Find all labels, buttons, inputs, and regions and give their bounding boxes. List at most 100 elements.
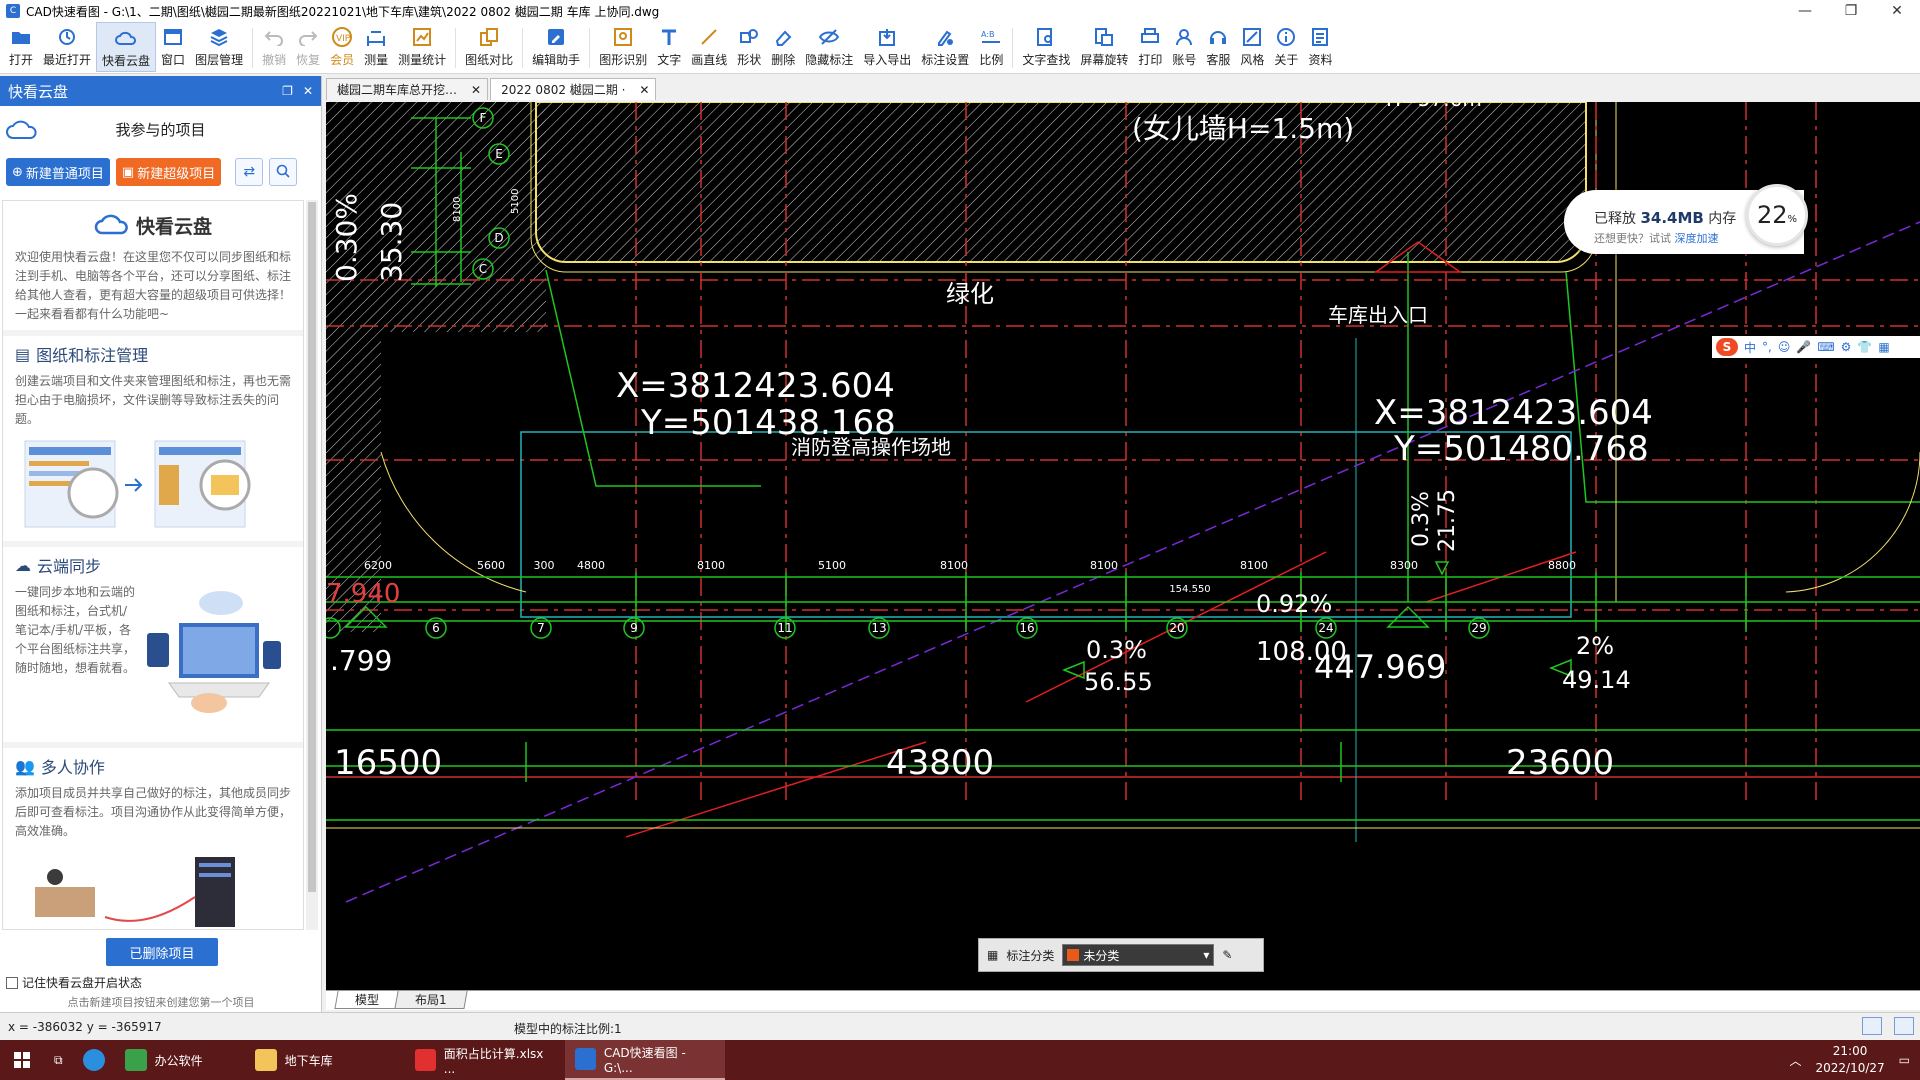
text-search-button[interactable]: 文字查找 <box>1017 22 1075 72</box>
cloud-disk-button[interactable]: 快看云盘 <box>96 22 157 72</box>
window-title: CAD快速看图 - G:\1、二期\图纸\樾园二期最新图纸20221021\地下… <box>26 4 660 19</box>
layer-manager-button[interactable]: 图层管理 <box>190 22 248 72</box>
sync-button[interactable]: ⇄ <box>235 158 264 186</box>
taskbar-app-office[interactable]: 办公软件 <box>115 1040 245 1080</box>
tab-close-icon[interactable]: ✕ <box>639 83 649 97</box>
snap-toggle-icon[interactable] <box>1862 1017 1882 1035</box>
clock[interactable]: 21:00 2022/10/27 <box>1815 1043 1884 1077</box>
tools-icon[interactable]: ⚙ <box>1841 340 1852 354</box>
memory-gauge[interactable]: 22% <box>1746 184 1808 246</box>
measure-button[interactable]: 测量 <box>359 22 393 72</box>
windows-logo-icon <box>14 1052 30 1068</box>
coord-y-2: Y=501480.768 <box>1393 429 1649 469</box>
maximize-button[interactable]: ❐ <box>1828 0 1874 22</box>
rotate-screen-button[interactable]: 屏幕旋转 <box>1075 22 1133 72</box>
top-partial-label: H=57.6m <box>1386 102 1482 111</box>
info-icon <box>1275 26 1297 48</box>
window-menu-button[interactable]: 窗口 <box>156 22 190 72</box>
skin-icon[interactable]: 👕 <box>1857 340 1872 354</box>
svg-text:5100: 5100 <box>818 559 846 572</box>
hide-annotations-button[interactable]: 隐藏标注 <box>800 22 858 72</box>
ime-toolbar[interactable]: S 中 °, ☺ 🎤 ⌨ ⚙ 👕 ▦ <box>1712 336 1920 358</box>
annotation-category-select[interactable]: 未分类 ▾ <box>1062 944 1215 966</box>
import-export-button[interactable]: 导入导出 <box>858 22 916 72</box>
toolbar-separator <box>252 28 254 68</box>
taskbar-app-excel[interactable]: 面积占比计算.xlsx ... <box>405 1040 565 1080</box>
undo-button[interactable]: 撤销 <box>257 22 291 72</box>
checkbox-box[interactable] <box>6 976 18 989</box>
cad-drawing-canvas[interactable]: 6 7 9 11 13 16 20 24 29 F E D C 8100 510… <box>326 102 1920 990</box>
edit-category-icon[interactable]: ✎ <box>1222 948 1232 962</box>
notifications-icon[interactable]: ▭ <box>1899 1053 1910 1067</box>
ime-mode[interactable]: 中 <box>1744 339 1756 356</box>
docs-button[interactable]: 资料 <box>1303 22 1337 72</box>
minimize-button[interactable]: — <box>1782 0 1828 22</box>
vip-icon: VIP <box>331 26 353 48</box>
shape-recognize-button[interactable]: 图形识别 <box>594 22 652 72</box>
emoji-icon[interactable]: ☺ <box>1778 340 1791 354</box>
text-tool-button[interactable]: 文字 <box>652 22 686 72</box>
redo-button[interactable]: 恢复 <box>291 22 325 72</box>
memory-release-widget[interactable]: 已释放 34.4MB 内存 还想更快？试试 深度加速 22% <box>1564 184 1808 254</box>
taskbar-app-cad[interactable]: CAD快速看图 - G:\... <box>564 1040 725 1080</box>
cloud-icon <box>115 27 137 49</box>
close-button[interactable]: ✕ <box>1874 0 1920 22</box>
scrollbar-thumb[interactable] <box>308 202 316 892</box>
taskbar-app-ie[interactable] <box>73 1040 115 1080</box>
menu-grid-icon[interactable]: ▦ <box>1878 340 1889 354</box>
keyboard-icon[interactable]: ⌨ <box>1817 340 1834 354</box>
measure-stats-icon <box>411 26 433 48</box>
panel-scrollbar[interactable] <box>306 200 318 930</box>
tray-chevron-icon[interactable]: ︿ <box>1789 1052 1801 1069</box>
style-button[interactable]: 风格 <box>1235 22 1269 72</box>
annotation-settings-icon <box>934 26 956 48</box>
new-super-project-button[interactable]: ▣ 新建超级项目 <box>115 158 222 186</box>
compare-button[interactable]: 图纸对比 <box>460 22 518 72</box>
svg-text:VIP: VIP <box>336 34 351 44</box>
remember-state-checkbox[interactable]: 记住快看云盘开启状态 <box>6 974 142 991</box>
annotation-settings-button[interactable]: 标注设置 <box>916 22 974 72</box>
feature-text: 添加项目成员并共享自己做好的标注，其他成员同步后即可查看标注。项目沟通协作从此变… <box>15 786 292 838</box>
measure-icon <box>365 26 387 48</box>
tab-close-icon[interactable]: ✕ <box>471 83 481 97</box>
start-button[interactable] <box>0 1040 44 1080</box>
category-grid-icon[interactable]: ▦ <box>987 948 998 962</box>
open-button[interactable]: 打开 <box>4 22 38 72</box>
customer-service-button[interactable]: 客服 <box>1201 22 1235 72</box>
new-normal-project-button[interactable]: ⊕ 新建普通项目 <box>6 158 110 186</box>
document-icon: ▤ <box>15 344 31 364</box>
cloud-intro-scroll[interactable]: 快看云盘 欢迎使用快看云盘！在这里您不仅可以同步图纸和标注到手机、电脑等各个平台… <box>2 200 304 930</box>
deep-accelerate-link[interactable]: 深度加速 <box>1675 232 1719 245</box>
delete-button[interactable]: 删除 <box>766 22 800 72</box>
fullscreen-icon[interactable] <box>1894 1017 1914 1035</box>
tab-drawing-1[interactable]: 樾园二期车库总开挖… ✕ <box>326 78 489 100</box>
taskbar-app-folder[interactable]: 地下车库 <box>245 1040 405 1080</box>
redo-icon <box>297 26 319 48</box>
tab-drawing-2[interactable]: 2022 0802 樾园二期 · ✕ <box>490 78 657 100</box>
print-button[interactable]: 打印 <box>1133 22 1167 72</box>
panel-close-icon[interactable]: ✕ <box>303 84 313 98</box>
task-view-button[interactable]: ⧉ <box>44 1040 73 1080</box>
scale-button[interactable]: A:B 比例 <box>974 22 1008 72</box>
recent-button[interactable]: 最近打开 <box>38 22 96 72</box>
vip-button[interactable]: VIP 会员 <box>325 22 359 72</box>
document-tabs: 樾园二期车库总开挖… ✕ 2022 0802 樾园二期 · ✕ <box>326 78 658 100</box>
super-project-icon: ▣ <box>121 164 135 180</box>
svg-text:8100: 8100 <box>1090 559 1118 572</box>
chevron-down-icon: ▾ <box>1203 948 1210 962</box>
window-icon <box>162 26 184 48</box>
draw-line-button[interactable]: 画直线 <box>686 22 732 72</box>
account-button[interactable]: 账号 <box>1167 22 1201 72</box>
about-button[interactable]: 关于 <box>1269 22 1303 72</box>
panel-float-icon[interactable]: ❐ <box>282 84 293 98</box>
punctuation-icon[interactable]: °, <box>1762 340 1772 354</box>
tab-model[interactable]: 模型 <box>334 991 400 1009</box>
deleted-projects-button[interactable]: 已删除项目 <box>106 938 218 966</box>
tab-layout1[interactable]: 布局1 <box>394 991 468 1009</box>
search-button[interactable] <box>269 158 298 186</box>
shape-tool-button[interactable]: 形状 <box>732 22 766 72</box>
edit-assistant-button[interactable]: 编辑助手 <box>527 22 585 72</box>
measure-stats-button[interactable]: 测量统计 <box>393 22 451 72</box>
microphone-icon[interactable]: 🎤 <box>1796 340 1811 354</box>
bottom-dim-3: 23600 <box>1506 743 1614 783</box>
